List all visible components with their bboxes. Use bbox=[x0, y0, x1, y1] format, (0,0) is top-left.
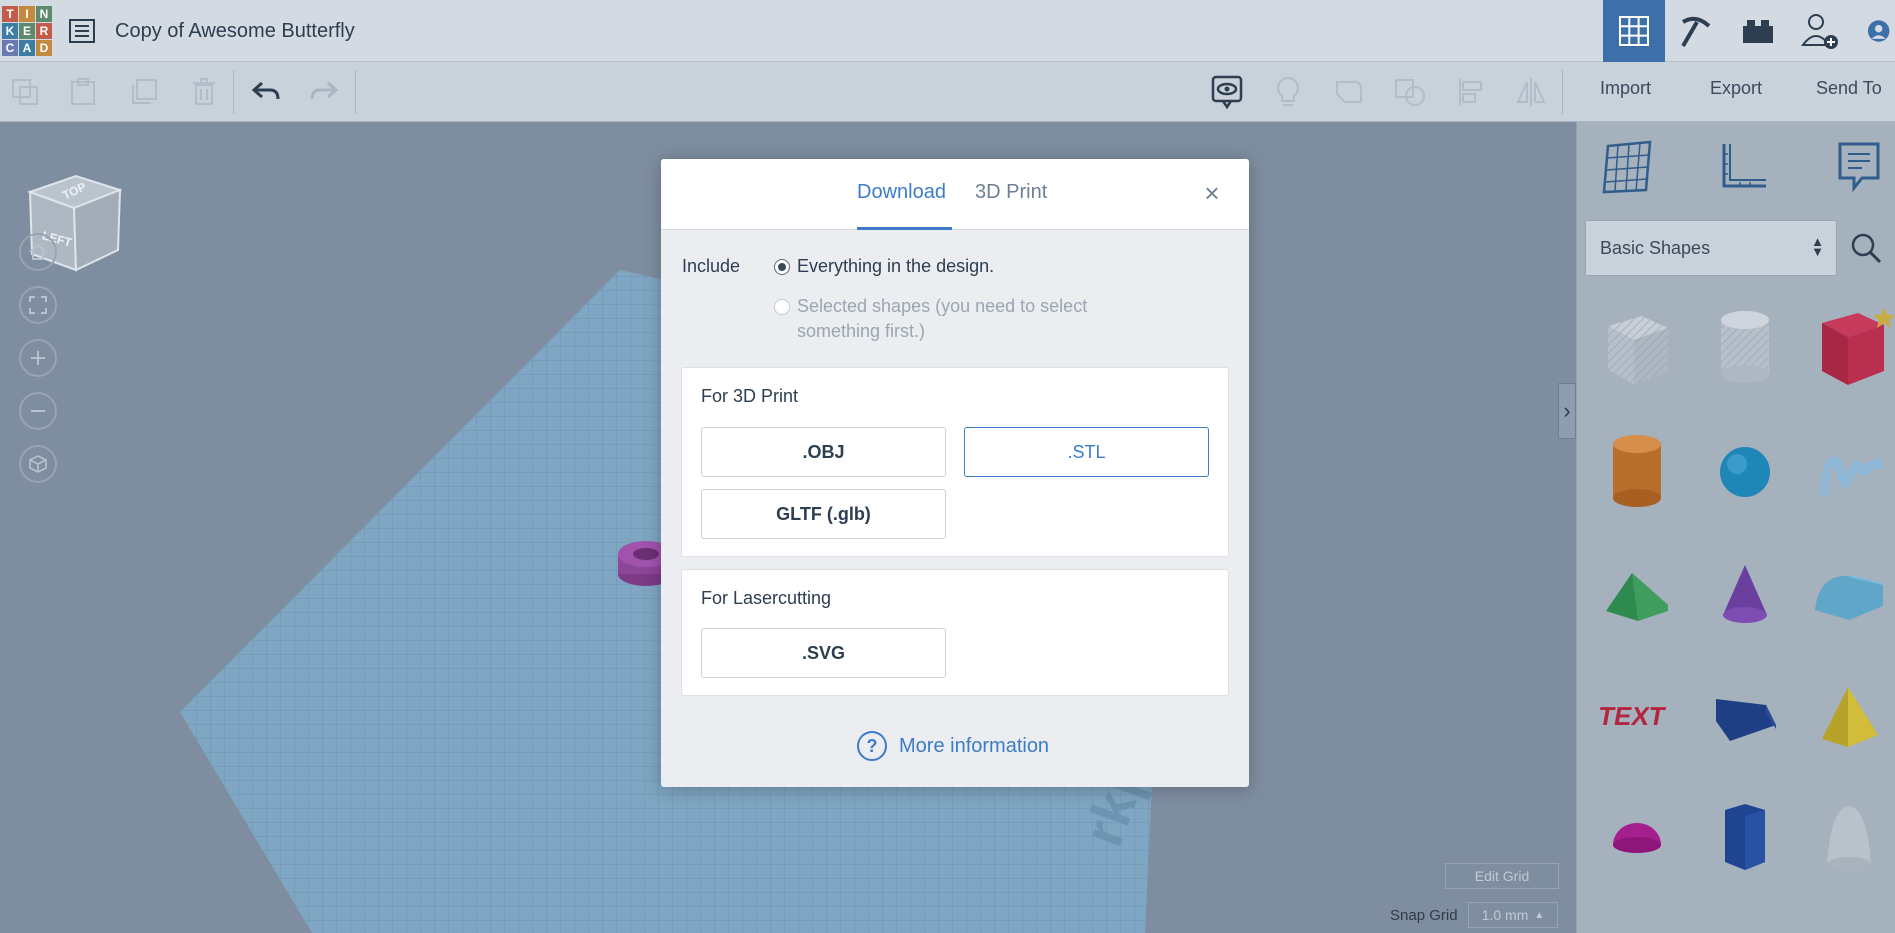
ruler-tool-icon[interactable] bbox=[1713, 137, 1773, 197]
more-information-label: More information bbox=[899, 734, 1050, 757]
pickaxe-icon[interactable] bbox=[1665, 0, 1727, 62]
logo-letter: I bbox=[19, 6, 35, 22]
copy-icon[interactable] bbox=[8, 75, 42, 109]
shape-half-sphere[interactable] bbox=[1585, 778, 1689, 898]
notes-visibility-icon[interactable] bbox=[1210, 75, 1244, 109]
radio-everything[interactable] bbox=[774, 259, 790, 275]
include-label: Include bbox=[682, 256, 741, 276]
align-icon[interactable] bbox=[1454, 75, 1488, 109]
shape-box-hole[interactable] bbox=[1585, 288, 1689, 408]
shape-category-select[interactable]: Basic Shapes ▲ ▼ bbox=[1585, 220, 1837, 276]
select-arrows-icon: ▲ ▼ bbox=[1811, 234, 1824, 259]
search-icon[interactable] bbox=[1841, 220, 1891, 276]
panel-toggle-chevron-icon[interactable]: › bbox=[1558, 383, 1576, 439]
design-title[interactable]: Copy of Awesome Butterfly bbox=[115, 20, 355, 43]
design-list-icon[interactable] bbox=[68, 17, 96, 45]
shape-paraboloid[interactable] bbox=[1801, 778, 1895, 898]
radio-selected-shapes bbox=[774, 299, 790, 315]
shape-polygon[interactable] bbox=[1693, 778, 1797, 898]
active-tab-indicator bbox=[857, 227, 952, 230]
zoom-in-icon[interactable] bbox=[19, 339, 57, 377]
shape-category-value: Basic Shapes bbox=[1600, 237, 1711, 258]
shape-text[interactable]: TEXT bbox=[1585, 656, 1689, 776]
paste-icon[interactable] bbox=[66, 75, 100, 109]
for-3d-print-section: For 3D Print .OBJ .STL GLTF (.glb) bbox=[681, 367, 1229, 557]
snap-grid-value: 1.0 mm bbox=[1481, 907, 1529, 923]
dialog-header: Download 3D Print × bbox=[661, 159, 1249, 230]
obj-format-button[interactable]: .OBJ bbox=[701, 427, 946, 477]
add-user-icon[interactable] bbox=[1789, 0, 1851, 62]
ungroup-icon[interactable] bbox=[1393, 75, 1427, 109]
edit-toolbar: Import Export Send To bbox=[0, 62, 1895, 122]
option-selected-label-line2: something first.) bbox=[797, 321, 926, 341]
top-header: T I N K E R C A D Copy of Awesome Butter… bbox=[0, 0, 1895, 62]
tab-3d-print[interactable]: 3D Print bbox=[975, 181, 1047, 204]
toolbar-divider bbox=[355, 70, 356, 114]
logo-letter: K bbox=[2, 23, 18, 39]
delete-icon[interactable] bbox=[187, 75, 221, 109]
export-dialog: Download 3D Print × Include Everything i… bbox=[661, 159, 1249, 787]
lightbulb-icon[interactable] bbox=[1271, 75, 1305, 109]
toolbar-divider bbox=[233, 70, 234, 114]
tab-download[interactable]: Download bbox=[857, 181, 946, 204]
perspective-icon[interactable] bbox=[19, 445, 57, 483]
send-to-button[interactable]: Send To bbox=[1816, 78, 1882, 99]
shape-round-roof[interactable] bbox=[1801, 534, 1895, 654]
stl-format-button[interactable]: .STL bbox=[964, 427, 1209, 477]
shapes-panel: Basic Shapes ▲ ▼ TEXT bbox=[1576, 122, 1895, 933]
shape-wedge[interactable] bbox=[1693, 656, 1797, 776]
gltf-format-button[interactable]: GLTF (.glb) bbox=[701, 489, 946, 539]
close-icon[interactable]: × bbox=[1198, 178, 1226, 208]
duplicate-icon[interactable] bbox=[127, 75, 161, 109]
shape-box[interactable] bbox=[1801, 288, 1895, 408]
shape-cone[interactable] bbox=[1693, 534, 1797, 654]
shape-cylinder-hole[interactable] bbox=[1693, 288, 1797, 408]
zoom-out-icon[interactable] bbox=[19, 392, 57, 430]
profile-avatar-icon[interactable] bbox=[1851, 0, 1895, 62]
more-information-link[interactable]: ? More information bbox=[857, 731, 1049, 761]
svg-text:TEXT: TEXT bbox=[1597, 701, 1668, 731]
shape-pyramid[interactable] bbox=[1801, 656, 1895, 776]
logo-letter: C bbox=[2, 40, 18, 56]
logo-letter: N bbox=[36, 6, 52, 22]
for-lasercutting-section: For Lasercutting .SVG bbox=[681, 569, 1229, 696]
bricks-icon[interactable] bbox=[1727, 0, 1789, 62]
redo-icon[interactable] bbox=[307, 75, 341, 109]
toolbar-divider bbox=[1562, 70, 1563, 114]
section-title: For 3D Print bbox=[701, 386, 799, 406]
import-button[interactable]: Import bbox=[1600, 78, 1651, 99]
help-icon: ? bbox=[857, 731, 887, 761]
workplane-tool-icon[interactable] bbox=[1597, 137, 1657, 197]
shape-roof[interactable] bbox=[1585, 534, 1689, 654]
svg-format-button[interactable]: .SVG bbox=[701, 628, 946, 678]
logo-letter: D bbox=[36, 40, 52, 56]
fit-view-icon[interactable] bbox=[19, 286, 57, 324]
home-view-icon[interactable] bbox=[19, 233, 57, 271]
caret-up-icon: ▲ bbox=[1534, 909, 1545, 921]
undo-icon[interactable] bbox=[249, 75, 283, 109]
logo-letter: A bbox=[19, 40, 35, 56]
mirror-icon[interactable] bbox=[1514, 75, 1548, 109]
group-icon[interactable] bbox=[1332, 75, 1366, 109]
tinkercad-logo[interactable]: T I N K E R C A D bbox=[0, 0, 52, 62]
3d-design-icon[interactable] bbox=[1603, 0, 1665, 62]
logo-letter: T bbox=[2, 6, 18, 22]
section-title: For Lasercutting bbox=[701, 588, 832, 608]
export-button[interactable]: Export bbox=[1710, 78, 1762, 99]
logo-letter: R bbox=[36, 23, 52, 39]
notes-tool-icon[interactable] bbox=[1829, 137, 1889, 197]
shape-scribble[interactable] bbox=[1801, 412, 1895, 532]
option-everything-label[interactable]: Everything in the design. bbox=[797, 254, 994, 279]
edit-grid-button[interactable]: Edit Grid bbox=[1445, 863, 1559, 889]
option-selected-label-line1: Selected shapes (you need to select bbox=[797, 296, 1088, 316]
shape-sphere[interactable] bbox=[1693, 412, 1797, 532]
snap-grid-label: Snap Grid bbox=[1390, 907, 1458, 924]
snap-grid-select[interactable]: 1.0 mm ▲ bbox=[1468, 902, 1558, 928]
logo-letter: E bbox=[19, 23, 35, 39]
shape-cylinder[interactable] bbox=[1585, 412, 1689, 532]
